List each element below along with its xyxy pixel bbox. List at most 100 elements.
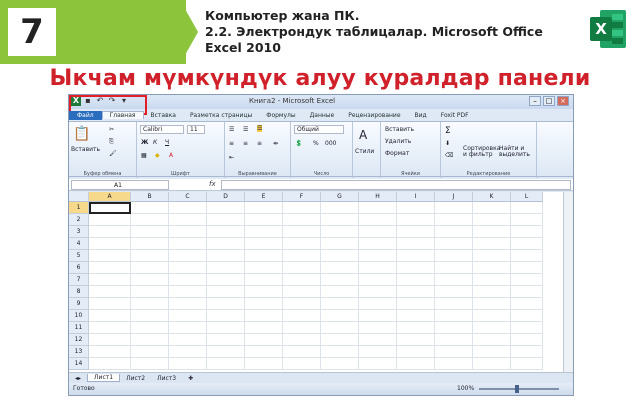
cell[interactable] (321, 274, 359, 286)
cell[interactable] (131, 274, 169, 286)
format-cells-button[interactable]: Формат (385, 150, 409, 157)
cell[interactable] (397, 346, 435, 358)
cell[interactable] (511, 226, 543, 238)
cell[interactable] (511, 202, 543, 214)
cell[interactable] (511, 334, 543, 346)
cell[interactable] (435, 298, 473, 310)
cell[interactable] (245, 310, 283, 322)
cell[interactable] (473, 262, 511, 274)
align-center-icon[interactable]: ≡ (243, 140, 248, 147)
cell[interactable] (207, 262, 245, 274)
cell[interactable] (359, 250, 397, 262)
format-painter-icon[interactable]: 🖌 (109, 150, 117, 157)
align-right-icon[interactable]: ≡ (257, 140, 262, 147)
cell[interactable] (435, 358, 473, 370)
cell[interactable] (511, 310, 543, 322)
cell[interactable] (283, 226, 321, 238)
cell[interactable] (321, 346, 359, 358)
indent-icon[interactable]: ⇤ (229, 154, 234, 161)
cell[interactable] (207, 286, 245, 298)
cell[interactable] (397, 214, 435, 226)
close-icon[interactable]: × (557, 96, 569, 106)
cell[interactable] (511, 250, 543, 262)
tab-foxit[interactable]: Foxit PDF (434, 112, 476, 119)
cell[interactable] (169, 250, 207, 262)
percent-button[interactable]: % (313, 140, 319, 147)
row-header[interactable]: 4 (69, 238, 89, 250)
cell[interactable] (511, 238, 543, 250)
sheet-tab-1[interactable]: Лист1 (87, 374, 121, 382)
cell[interactable] (283, 262, 321, 274)
cell[interactable] (283, 334, 321, 346)
styles-icon[interactable]: A (359, 128, 367, 142)
cell[interactable] (511, 298, 543, 310)
row-header[interactable]: 14 (69, 358, 89, 370)
row-header[interactable]: 8 (69, 286, 89, 298)
cell[interactable] (435, 214, 473, 226)
cell[interactable] (283, 358, 321, 370)
cell[interactable] (283, 322, 321, 334)
row-header[interactable]: 7 (69, 274, 89, 286)
cell[interactable] (397, 226, 435, 238)
fill-color-icon[interactable]: ◆ (155, 152, 160, 159)
row-header[interactable]: 3 (69, 226, 89, 238)
spreadsheet-grid[interactable]: A B C D E F G H I J K L 1 2 3 4 5 6 7 8 9 10 11 12 1… (69, 192, 573, 372)
cell[interactable] (245, 262, 283, 274)
cell[interactable] (397, 262, 435, 274)
font-size-select[interactable]: 11 (187, 125, 205, 134)
column-header[interactable]: D (207, 192, 245, 202)
clear-icon[interactable]: ⌫ (445, 152, 453, 159)
cell[interactable] (473, 250, 511, 262)
cell[interactable] (89, 214, 131, 226)
cell[interactable] (89, 262, 131, 274)
cell[interactable] (321, 238, 359, 250)
cell[interactable] (283, 214, 321, 226)
align-left-icon[interactable]: ≡ (229, 140, 234, 147)
tab-file[interactable]: Файл (69, 110, 102, 120)
cell[interactable] (89, 202, 131, 214)
tab-page-layout[interactable]: Разметка страницы (183, 112, 259, 119)
column-header[interactable]: A (89, 192, 131, 202)
cell[interactable] (359, 262, 397, 274)
cell[interactable] (89, 226, 131, 238)
cell[interactable] (473, 274, 511, 286)
cell[interactable] (169, 310, 207, 322)
cell[interactable] (321, 310, 359, 322)
cell[interactable] (207, 358, 245, 370)
cell[interactable] (89, 250, 131, 262)
cell[interactable] (435, 226, 473, 238)
cell[interactable] (245, 226, 283, 238)
cell[interactable] (283, 238, 321, 250)
cell[interactable] (131, 202, 169, 214)
column-header[interactable]: J (435, 192, 473, 202)
cell[interactable] (321, 286, 359, 298)
cell[interactable] (473, 286, 511, 298)
cell[interactable] (397, 358, 435, 370)
cell[interactable] (283, 286, 321, 298)
cell[interactable] (207, 226, 245, 238)
cell[interactable] (511, 358, 543, 370)
cell[interactable] (473, 346, 511, 358)
tab-data[interactable]: Данные (303, 112, 342, 119)
cell[interactable] (131, 262, 169, 274)
name-box[interactable]: A1 (71, 180, 169, 190)
cell[interactable] (89, 346, 131, 358)
cell[interactable] (511, 322, 543, 334)
cell[interactable] (245, 286, 283, 298)
cell[interactable] (397, 250, 435, 262)
cell[interactable] (435, 322, 473, 334)
cell[interactable] (131, 238, 169, 250)
cell[interactable] (89, 322, 131, 334)
styles-button[interactable]: Стили (355, 148, 374, 155)
cell[interactable] (511, 286, 543, 298)
row-header[interactable]: 9 (69, 298, 89, 310)
column-header[interactable]: E (245, 192, 283, 202)
column-header[interactable]: H (359, 192, 397, 202)
cell[interactable] (169, 262, 207, 274)
cell[interactable] (131, 250, 169, 262)
font-name-select[interactable]: Calibri (140, 125, 184, 134)
sheet-tab-2[interactable]: Лист2 (120, 375, 151, 382)
cell[interactable] (207, 346, 245, 358)
cell[interactable] (359, 298, 397, 310)
row-header[interactable]: 11 (69, 322, 89, 334)
